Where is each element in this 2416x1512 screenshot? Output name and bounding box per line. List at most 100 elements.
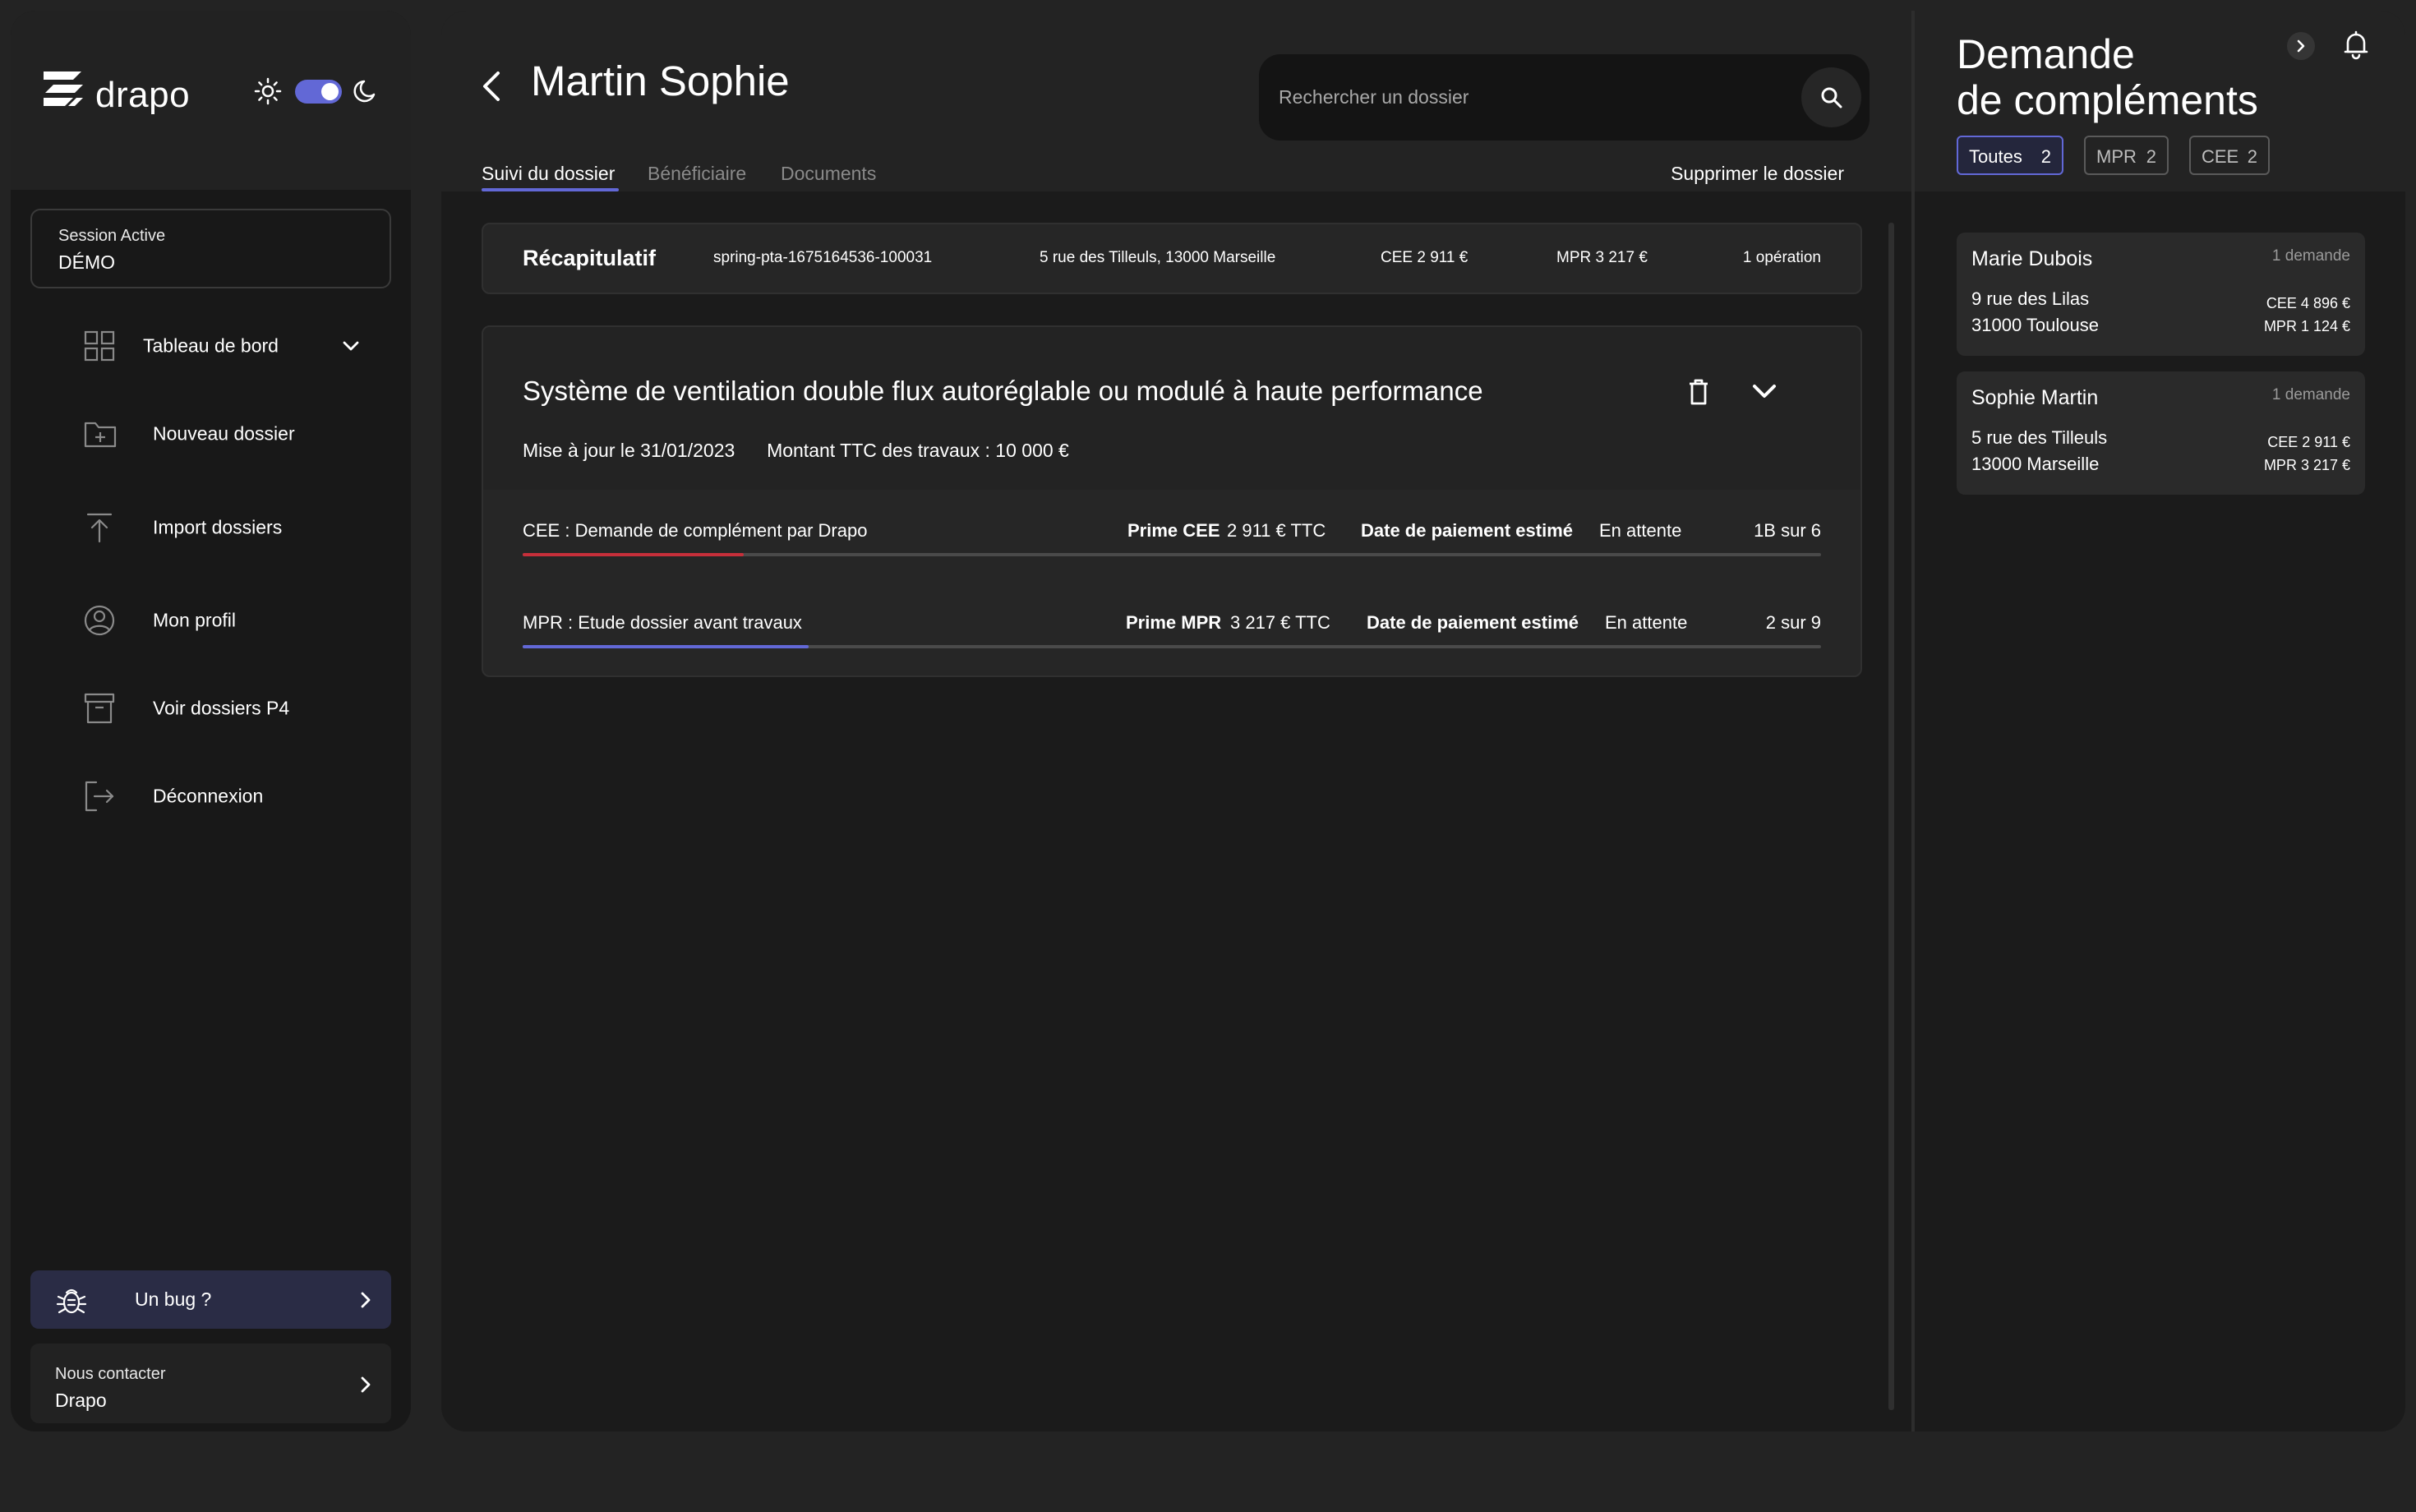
drapo-logo-icon[interactable] [40, 68, 86, 111]
search-button[interactable] [1801, 67, 1861, 127]
bug-label: Un bug ? [135, 1288, 212, 1310]
progress-fill [523, 553, 744, 556]
operation-amount: Montant TTC des travaux : 10 000 € [767, 440, 1069, 461]
search-input[interactable] [1279, 54, 1772, 141]
operation-card: Système de ventilation double flux autor… [482, 325, 1862, 677]
logo-text: drapo [95, 75, 191, 115]
request-card[interactable]: Sophie Martin 1 demande 5 rue des Tilleu… [1957, 371, 2365, 495]
prime-value: 2 911 € TTC [1227, 520, 1326, 541]
chip-count: 2 [2040, 146, 2051, 167]
date-label: Date de paiement estimé [1361, 520, 1573, 541]
upload-icon [83, 511, 116, 544]
nav-item-tableau-de-bord[interactable]: Tableau de bord [11, 309, 411, 383]
request-card[interactable]: Marie Dubois 1 demande 9 rue des Lilas 3… [1957, 233, 2365, 356]
moon-icon[interactable] [351, 76, 380, 106]
contact-button[interactable]: Nous contacter Drapo [30, 1344, 391, 1423]
session-label: Session Active [58, 227, 166, 245]
recap-cee: CEE 2 911 € [1381, 249, 1469, 266]
request-mpr: MPR 3 217 € [2263, 457, 2350, 473]
request-cee: CEE 2 911 € [2267, 434, 2350, 450]
bell-icon[interactable] [2342, 30, 2370, 60]
nav-item-import-dossiers[interactable]: Import dossiers [11, 491, 411, 565]
nav-label: Import dossiers [153, 516, 283, 538]
chip-label: Toutes [1969, 146, 2022, 167]
request-mpr: MPR 1 124 € [2263, 318, 2350, 334]
nav-item-mon-profil[interactable]: Mon profil [11, 583, 411, 657]
nav-item-deconnexion[interactable]: Déconnexion [11, 759, 411, 833]
sidebar: drapo Session Active DÉMO Tableau de bor… [11, 11, 411, 1431]
prime-label: Prime CEE [1127, 520, 1220, 541]
request-count: 1 demande [2271, 247, 2350, 265]
delete-dossier-button[interactable]: Supprimer le dossier [1671, 163, 1844, 185]
step-row-cee[interactable]: CEE : Demande de complément par Drapo Pr… [523, 502, 1821, 560]
report-bug-button[interactable]: Un bug ? [30, 1270, 391, 1329]
right-panel-title: Demande de compléments [1957, 31, 2258, 123]
operation-title: Système de ventilation double flux autor… [523, 376, 1483, 406]
back-arrow-icon[interactable] [480, 68, 503, 104]
request-name: Marie Dubois [1971, 247, 2093, 270]
request-address-line1: 5 rue des Tilleuls [1971, 427, 2108, 448]
chevron-right-icon [359, 1290, 372, 1310]
chevron-down-icon[interactable] [1751, 383, 1777, 401]
operation-meta: Mise à jour le 31/01/2023 Montant TTC de… [523, 440, 1069, 462]
chevron-down-icon[interactable] [341, 339, 361, 353]
prime-label: Prime MPR [1126, 612, 1222, 633]
expand-panel-button[interactable] [2287, 32, 2315, 60]
date-label: Date de paiement estimé [1367, 612, 1579, 633]
step-progress: 2 sur 9 [1765, 612, 1821, 633]
archive-icon [83, 692, 116, 725]
prime-value: 3 217 € TTC [1230, 612, 1330, 633]
nav-item-nouveau-dossier[interactable]: Nouveau dossier [11, 397, 411, 471]
sun-icon[interactable] [253, 76, 283, 106]
step-name: CEE : Demande de complément par Drapo [523, 520, 868, 541]
request-cee: CEE 4 896 € [2266, 295, 2350, 311]
chevron-right-icon [2297, 39, 2305, 53]
tab-documents[interactable]: Documents [781, 163, 876, 185]
contact-value: Drapo [55, 1390, 107, 1411]
nav-item-voir-dossiers-p4[interactable]: Voir dossiers P4 [11, 671, 411, 745]
trash-icon[interactable] [1688, 378, 1709, 406]
chip-label: MPR [2096, 146, 2137, 167]
tab-suivi-du-dossier[interactable]: Suivi du dossier [482, 163, 615, 185]
nav-label: Nouveau dossier [153, 422, 295, 445]
chevron-right-icon [359, 1375, 372, 1394]
tab-beneficiaire[interactable]: Bénéficiaire [648, 163, 746, 185]
title-line-1: Demande [1957, 31, 2135, 77]
request-name: Sophie Martin [1971, 386, 2099, 409]
scrollbar[interactable] [1888, 223, 1894, 1410]
title-line-2: de compléments [1957, 77, 2258, 123]
theme-toggle[interactable] [295, 80, 342, 104]
folder-plus-icon [83, 419, 118, 449]
active-tab-indicator [482, 188, 619, 191]
nav-label: Tableau de bord [143, 334, 279, 357]
operation-header: Système de ventilation double flux autor… [483, 327, 1860, 490]
nav-label: Mon profil [153, 609, 236, 631]
search-icon [1821, 87, 1842, 108]
filter-chip-cee[interactable]: CEE 2 [2189, 136, 2270, 175]
search-box [1259, 54, 1870, 141]
recap-title: Récapitulatif [523, 246, 657, 270]
theme-toggle-knob [321, 83, 339, 100]
bug-icon [55, 1284, 88, 1316]
chip-count: 2 [2146, 146, 2156, 167]
request-address-line1: 9 rue des Lilas [1971, 288, 2090, 309]
recap-reference: spring-pta-1675164536-100031 [713, 249, 933, 266]
date-value: En attente [1605, 612, 1688, 633]
nav-label: Déconnexion [153, 785, 264, 807]
filter-chip-mpr[interactable]: MPR 2 [2084, 136, 2169, 175]
filter-chip-toutes[interactable]: Toutes 2 [1957, 136, 2063, 175]
date-value: En attente [1599, 520, 1682, 541]
step-row-mpr[interactable]: MPR : Etude dossier avant travaux Prime … [523, 594, 1821, 652]
step-name: MPR : Etude dossier avant travaux [523, 612, 802, 633]
contact-label: Nous contacter [55, 1365, 166, 1383]
main-panel: Martin Sophie Suivi du dossier Bénéficia… [441, 11, 1911, 1431]
recap-mpr: MPR 3 217 € [1556, 249, 1648, 266]
request-address-line2: 31000 Toulouse [1971, 315, 2099, 335]
user-circle-icon [83, 604, 116, 637]
request-count: 1 demande [2271, 386, 2350, 403]
grid-icon [83, 330, 116, 362]
nav-label: Voir dossiers P4 [153, 697, 290, 719]
session-value: DÉMO [58, 251, 115, 273]
step-progress: 1B sur 6 [1754, 520, 1821, 541]
sidebar-header: drapo [11, 11, 411, 190]
